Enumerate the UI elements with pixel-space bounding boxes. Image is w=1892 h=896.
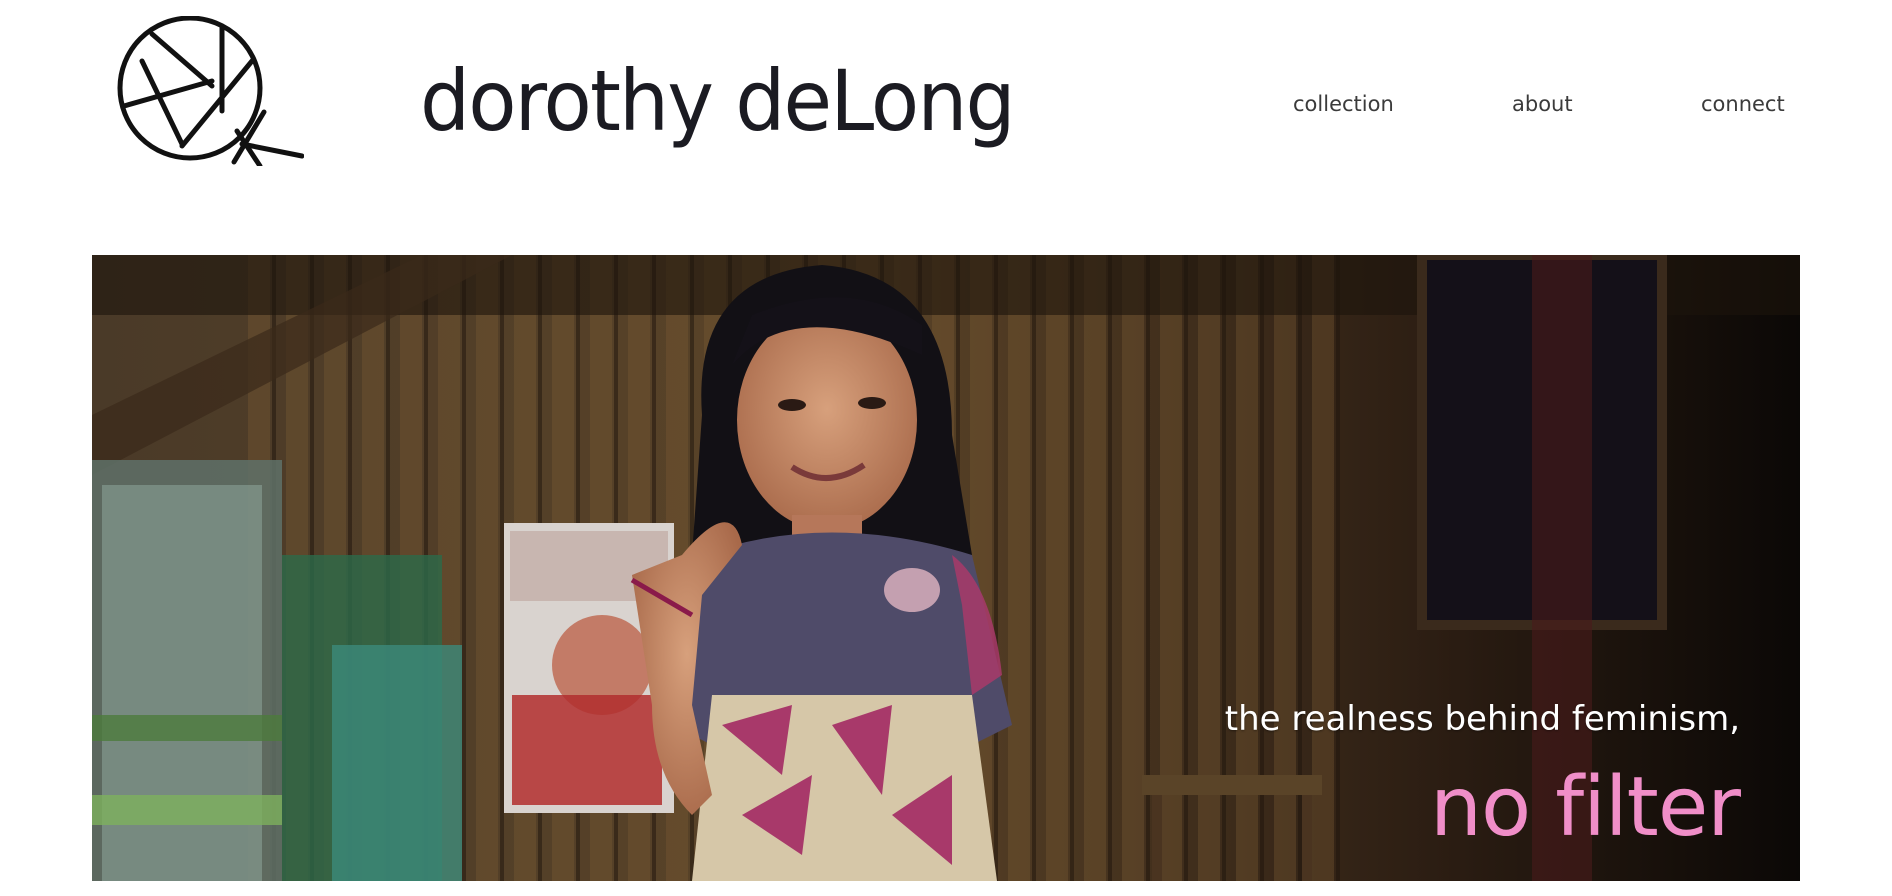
logo-aperture-icon[interactable] [112, 15, 305, 169]
nav-connect[interactable]: connect [1701, 92, 1785, 116]
nav-collection[interactable]: collection [1293, 92, 1394, 116]
site-name[interactable]: dorothy deLong [420, 52, 1016, 150]
site-header: dorothy deLong collection about connect [0, 0, 1892, 255]
nav-about[interactable]: about [1512, 92, 1573, 116]
hero-tagline: the realness behind feminism, [1224, 699, 1740, 739]
hero-banner: the realness behind feminism, no filter [92, 255, 1800, 881]
hero-tagline-emphasis: no filter [1430, 760, 1741, 855]
